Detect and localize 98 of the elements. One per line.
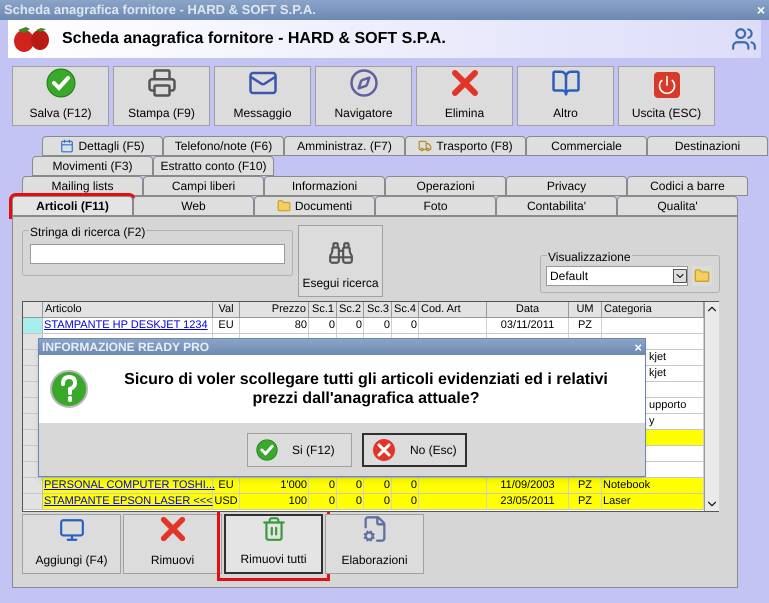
tab[interactable]: Operazioni: [385, 176, 506, 196]
table-cell: 0: [356, 479, 362, 491]
article-link[interactable]: STAMPANTE HP DESKJET 1234: [44, 319, 208, 331]
toolbar-button[interactable]: Navigatore: [315, 66, 412, 126]
tab[interactable]: Campi liberi: [143, 176, 264, 196]
table-cell: Laser: [602, 494, 704, 509]
table-cell: 11/09/2003: [500, 479, 555, 491]
column-header[interactable]: Cod. Art: [419, 302, 487, 317]
tab[interactable]: Articoli (F11): [12, 196, 133, 216]
table-cell: EU: [218, 319, 234, 331]
table-cell: 0: [410, 479, 417, 491]
question-icon: [49, 369, 89, 409]
row-header[interactable]: [23, 478, 43, 493]
dialog-title: INFORMAZIONE READY PRO: [42, 339, 210, 356]
tab[interactable]: Dettagli (F5): [42, 136, 163, 156]
action-button[interactable]: Rimuovi: [123, 514, 222, 574]
column-header[interactable]: Sc.3: [364, 302, 392, 317]
tab[interactable]: Trasporto (F8): [405, 136, 526, 156]
tab[interactable]: Foto: [375, 196, 496, 216]
table-cell: 1'000: [280, 479, 307, 491]
tab[interactable]: Privacy: [506, 176, 627, 196]
tab[interactable]: Contabilita': [496, 196, 617, 216]
compass-icon: [348, 68, 378, 98]
tab[interactable]: Web: [133, 196, 254, 216]
document-gear-icon: [360, 515, 388, 543]
row-header[interactable]: [23, 318, 43, 333]
table-cell: PZ: [578, 495, 592, 507]
x-icon: [450, 68, 480, 98]
table-cell: 0: [328, 319, 335, 331]
printer-icon: [146, 68, 176, 98]
row-header[interactable]: [23, 494, 43, 509]
search-field[interactable]: [30, 244, 285, 264]
table-cell: 0: [356, 495, 362, 507]
tab[interactable]: Movimenti (F3): [32, 156, 153, 176]
table-cell: Notebook: [602, 478, 704, 493]
action-button[interactable]: Aggiungi (F4): [22, 514, 121, 574]
table-cell: 80: [294, 319, 307, 331]
table-cell: 03/11/2011: [500, 319, 554, 331]
calendar-icon: [60, 139, 74, 153]
x-icon: [372, 438, 396, 462]
column-header[interactable]: UM: [569, 302, 602, 317]
check-icon: [256, 438, 278, 460]
table-cell: 0: [384, 495, 390, 507]
table-cell: 100: [288, 495, 307, 507]
table-cell: 23/05/2011: [500, 495, 555, 507]
column-header[interactable]: Val: [213, 302, 240, 317]
table-cell: 0: [384, 319, 390, 331]
scrollbar[interactable]: [704, 302, 719, 511]
view-select[interactable]: Default: [546, 266, 688, 286]
column-header[interactable]: Sc.2: [337, 302, 364, 317]
toolbar-button[interactable]: Altro: [517, 66, 614, 126]
toolbar-button[interactable]: Elimina: [416, 66, 513, 126]
table-cell: 0: [410, 495, 417, 507]
strawberry-icon: [12, 25, 52, 53]
tab[interactable]: Destinazioni: [647, 136, 768, 156]
tab[interactable]: Informazioni: [264, 176, 385, 196]
column-header[interactable]: Sc.1: [309, 302, 337, 317]
table-cell: EU: [218, 479, 234, 491]
window-title: Scheda anagrafica fornitore - HARD & SOFT S.P.A.: [4, 1, 316, 20]
monitor-icon: [58, 517, 84, 543]
table-cell: PZ: [578, 319, 592, 331]
tab[interactable]: Qualita': [617, 196, 738, 216]
tab[interactable]: Documenti: [254, 196, 375, 216]
binoculars-icon: [328, 240, 354, 266]
table-cell: 0: [410, 319, 417, 331]
table-cell: PZ: [578, 479, 592, 491]
dropdown-icon: [673, 269, 687, 283]
column-header[interactable]: Articolo: [43, 302, 213, 317]
folder-icon: [694, 268, 710, 284]
folder-button[interactable]: [692, 266, 712, 286]
action-button[interactable]: Elaborazioni: [325, 514, 424, 574]
check-icon: [46, 68, 76, 98]
folder-icon: [276, 199, 291, 213]
dialog-button[interactable]: No (Esc): [362, 432, 467, 466]
table-cell: 0: [356, 319, 362, 331]
table-cell: 0: [328, 495, 335, 507]
people-icon: [731, 26, 757, 52]
toolbar-button[interactable]: Salva (F12): [12, 66, 109, 126]
column-header[interactable]: Prezzo: [240, 302, 309, 317]
tab[interactable]: Codici a barre: [627, 176, 748, 196]
tab[interactable]: Amministraz. (F7): [284, 136, 405, 156]
toolbar-button[interactable]: Messaggio: [214, 66, 311, 126]
book-icon: [550, 68, 580, 98]
toolbar-button[interactable]: Stampa (F9): [113, 66, 210, 126]
header-title: Scheda anagrafica fornitore - HARD & SOFT S.P.A.: [62, 29, 447, 49]
toolbar-button[interactable]: Uscita (ESC): [618, 66, 715, 126]
table-cell: USD: [214, 495, 238, 507]
tab[interactable]: Telefono/note (F6): [163, 136, 284, 156]
truck-icon: [418, 139, 432, 153]
dialog-button[interactable]: Si (F12): [247, 432, 352, 466]
table-cell: 0: [384, 479, 390, 491]
column-header[interactable]: Sc.4: [392, 302, 419, 317]
table-cell: 0: [328, 479, 335, 491]
column-header[interactable]: Data: [487, 302, 569, 317]
power-icon: [654, 72, 680, 98]
search-button[interactable]: Esegui ricerca: [298, 225, 383, 297]
tab[interactable]: Commerciale: [526, 136, 647, 156]
tab[interactable]: Estratto conto (F10): [153, 156, 274, 176]
